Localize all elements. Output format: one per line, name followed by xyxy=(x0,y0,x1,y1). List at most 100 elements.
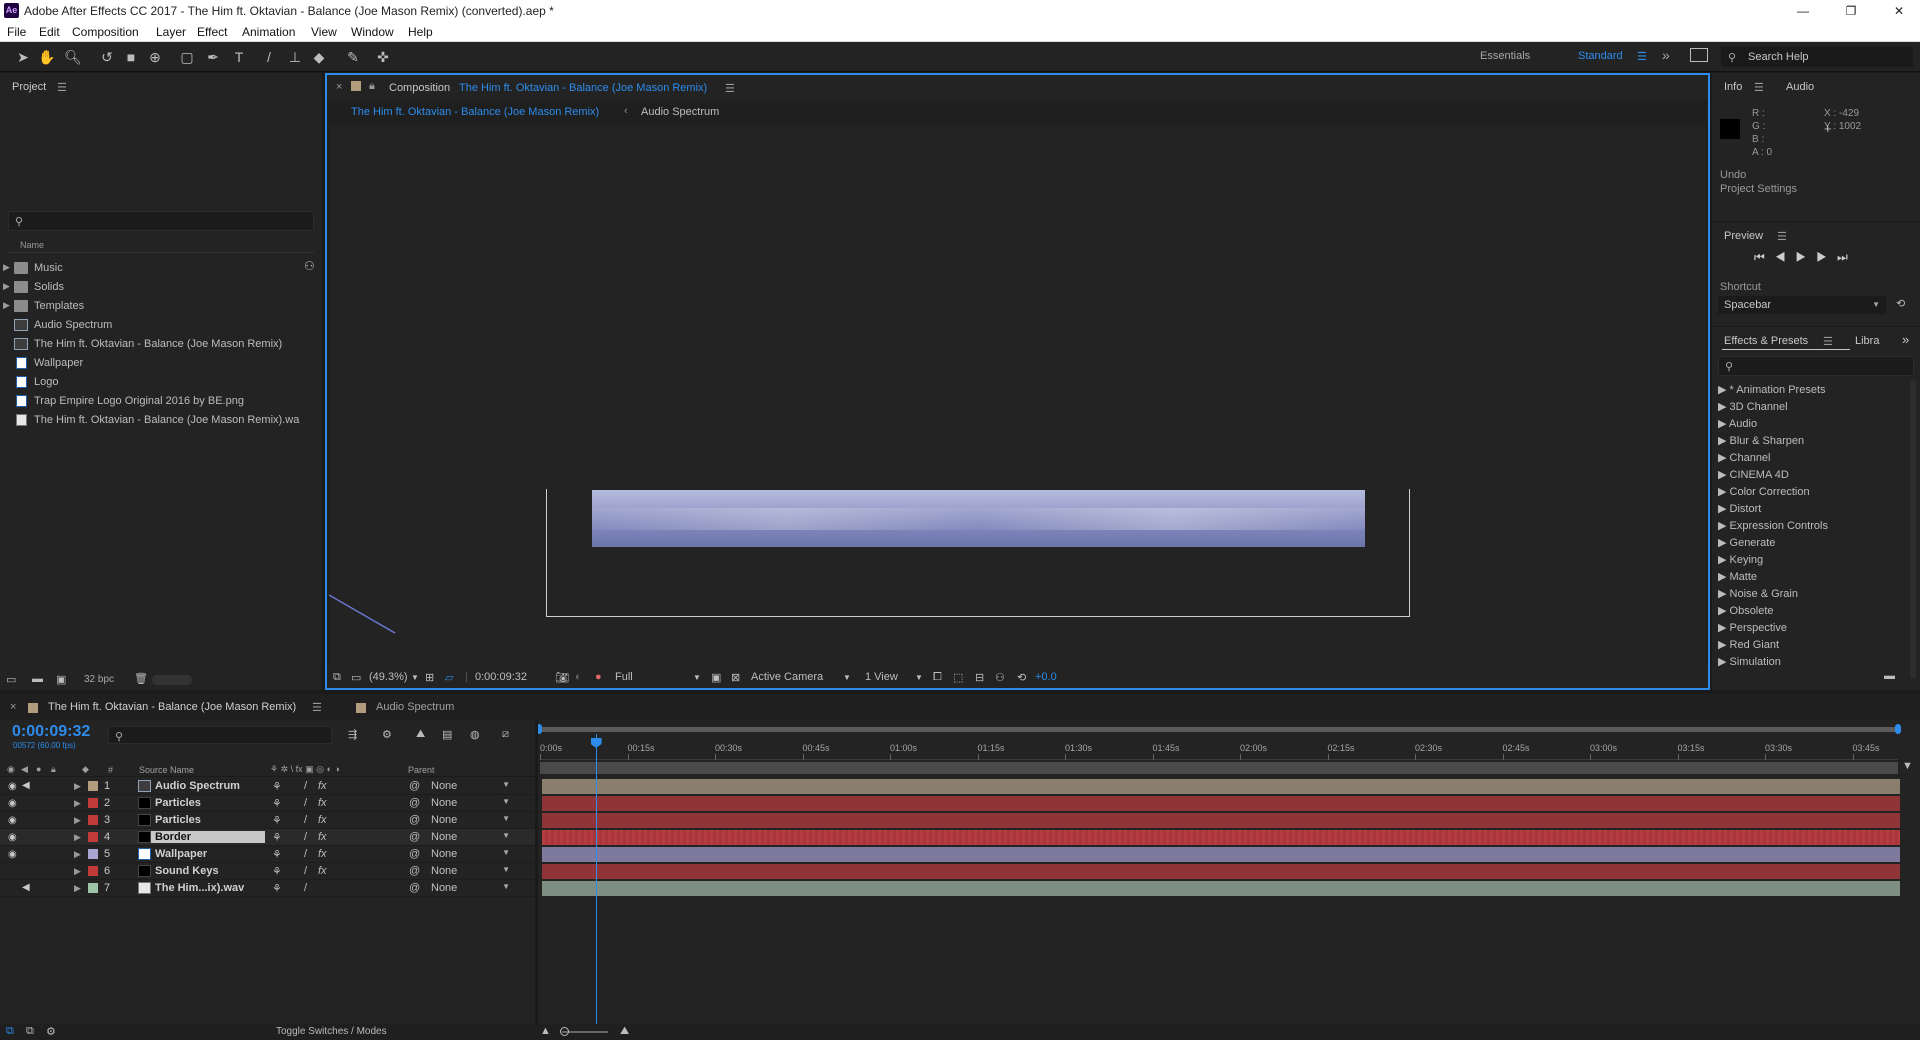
interpret-footage-icon[interactable]: ▭ xyxy=(6,673,16,686)
composition-menu-icon[interactable]: ☰ xyxy=(725,82,735,95)
project-item-logo[interactable]: Logo xyxy=(0,373,322,392)
fx-category[interactable]: ▶ Audio xyxy=(1718,417,1757,430)
transparency-grid-icon[interactable]: ⊠ xyxy=(731,671,740,684)
label-color-swatch[interactable] xyxy=(88,815,98,825)
fx-category[interactable]: ▶ Keying xyxy=(1718,553,1763,566)
parent-pickwhip-icon[interactable]: @ xyxy=(409,814,420,826)
always-preview-icon[interactable]: ⧉ xyxy=(333,671,341,684)
fx-category[interactable]: ▶ Noise & Grain xyxy=(1718,587,1798,600)
exposure-reset-icon[interactable]: ⟲ xyxy=(1017,671,1026,684)
fx-category[interactable]: ▶ Obsolete xyxy=(1718,604,1774,617)
quality-switch-icon[interactable]: / xyxy=(304,797,307,809)
label-color-swatch[interactable] xyxy=(88,832,98,842)
parent-pickwhip-icon[interactable]: @ xyxy=(409,865,420,877)
quality-switch-icon[interactable]: / xyxy=(304,865,307,877)
camera-view-dropdown[interactable]: Active Camera xyxy=(751,671,823,683)
menu-effect[interactable]: Effect xyxy=(197,25,227,39)
layer-name[interactable]: Particles xyxy=(155,797,201,809)
parent-dropdown[interactable]: None ▼ xyxy=(427,881,513,895)
expand-triangle-icon[interactable]: ▶ xyxy=(74,849,81,860)
menu-window[interactable]: Window xyxy=(351,25,394,39)
snapshot-camera-icon[interactable]: 📷︎ xyxy=(555,671,569,684)
shy-switch-icon[interactable]: ⚘ xyxy=(272,882,282,895)
expand-triangle-icon[interactable]: ▶ xyxy=(74,781,81,792)
menu-animation[interactable]: Animation xyxy=(242,25,295,39)
time-navigator-bar[interactable] xyxy=(538,727,1900,732)
expand-triangle-icon[interactable]: ▶ xyxy=(3,281,10,292)
search-help-field[interactable]: ⚲ Search Help xyxy=(1721,47,1913,67)
tab-main-comp[interactable]: The Him ft. Oktavian - Balance (Joe Maso… xyxy=(48,701,296,713)
toggle-switches-modes[interactable]: Toggle Switches / Modes xyxy=(276,1026,387,1037)
resolution-chevron-icon[interactable]: ▼ xyxy=(693,673,701,682)
expand-triangle-icon[interactable]: ▶ xyxy=(74,832,81,843)
layer-row[interactable]: ◉ ▶ 6 Sound Keys ⚘ / fx @ None ▼ xyxy=(0,863,535,880)
quality-switch-icon[interactable]: / xyxy=(304,848,307,860)
first-frame-icon[interactable]: ⏮ xyxy=(1754,250,1775,264)
draft-3d-icon[interactable]: ⚙ xyxy=(382,728,392,741)
layer-duration-bar[interactable] xyxy=(542,847,1900,862)
current-time-display[interactable]: 0:00:09:32 xyxy=(475,671,527,683)
menu-edit[interactable]: Edit xyxy=(39,25,60,39)
tab-audio-spectrum[interactable]: Audio Spectrum xyxy=(376,701,454,713)
zoom-tool-icon[interactable]: 🔍︎ xyxy=(62,47,84,67)
workspace-essentials[interactable]: Essentials xyxy=(1480,50,1530,62)
time-navigator[interactable] xyxy=(536,724,1901,734)
layer-search-input[interactable]: ⚲ xyxy=(108,726,332,744)
parent-dropdown[interactable]: None ▼ xyxy=(427,830,513,844)
rectangle-tool-icon[interactable]: ▢ xyxy=(176,47,198,67)
bit-depth-label[interactable]: 32 bpc xyxy=(84,674,114,685)
composition-name[interactable]: The Him ft. Oktavian - Balance (Joe Maso… xyxy=(459,82,707,94)
selection-tool-icon[interactable]: ➤ xyxy=(12,47,34,67)
project-item-solids[interactable]: ▶ Solids xyxy=(0,278,322,297)
hand-tool-icon[interactable]: ✋ xyxy=(36,47,58,67)
tab-audio[interactable]: Audio xyxy=(1786,81,1814,93)
effects-menu-icon[interactable]: ☰ xyxy=(1823,335,1833,348)
lock-icon[interactable]: 🔒︎ xyxy=(369,80,375,93)
parent-pickwhip-icon[interactable]: @ xyxy=(409,848,420,860)
visibility-eye-icon[interactable]: ◉ xyxy=(8,798,17,809)
layer-row[interactable]: ◉ ▶ 5 Wallpaper ⚘ / fx @ None ▼ xyxy=(0,846,535,863)
transfer-controls-icon[interactable]: ⧉ xyxy=(26,1025,34,1038)
fx-category[interactable]: ▶ Generate xyxy=(1718,536,1775,549)
rotate-tool-icon[interactable]: ↺ xyxy=(96,47,118,67)
label-color-swatch[interactable] xyxy=(88,781,98,791)
zoom-slider-thumb[interactable] xyxy=(560,1027,569,1036)
zoom-out-icon[interactable]: ▲ xyxy=(540,1025,551,1037)
layer-duration-bar[interactable] xyxy=(542,813,1900,828)
visibility-toggle[interactable]: ◉ xyxy=(8,883,17,894)
fx-category[interactable]: ▶ Color Correction xyxy=(1718,485,1810,498)
close-tab-icon[interactable]: × xyxy=(10,701,16,713)
composition-viewer[interactable] xyxy=(329,125,1706,666)
camera-chevron-icon[interactable]: ▼ xyxy=(843,673,851,682)
effects-scrollbar[interactable] xyxy=(1910,379,1916,679)
effects-search-input[interactable]: ⚲ xyxy=(1718,356,1914,376)
breadcrumb-audio-spectrum[interactable]: Audio Spectrum xyxy=(641,106,719,118)
label-color-swatch[interactable] xyxy=(88,798,98,808)
in-out-stretch-icon[interactable]: ⚙ xyxy=(46,1025,56,1038)
layer-duration-bar[interactable] xyxy=(542,779,1900,794)
expand-triangle-icon[interactable]: ▶ xyxy=(74,815,81,826)
new-folder-icon[interactable]: ▬ xyxy=(32,673,43,685)
timeline-divider[interactable] xyxy=(535,720,538,1024)
parent-dropdown[interactable]: None ▼ xyxy=(427,813,513,827)
brush-tool-icon[interactable]: / xyxy=(258,47,280,67)
graph-editor-icon[interactable]: ⧄ xyxy=(502,728,509,741)
menu-help[interactable]: Help xyxy=(408,25,433,39)
quality-switch-icon[interactable]: / xyxy=(304,814,307,826)
layer-duration-bar[interactable] xyxy=(542,864,1900,879)
project-item-audio-spectrum[interactable]: Audio Spectrum xyxy=(0,316,322,335)
close-button[interactable]: ✕ xyxy=(1884,2,1914,20)
exposure-value[interactable]: +0.0 xyxy=(1035,671,1057,683)
parent-dropdown[interactable]: None ▼ xyxy=(427,864,513,878)
layer-row[interactable]: ◉ ▶ 3 Particles ⚘ / fx @ None ▼ xyxy=(0,812,535,829)
layer-switches-icon[interactable]: ⧉ xyxy=(6,1025,14,1038)
new-item-icon[interactable]: ▬ xyxy=(1884,670,1895,682)
shy-layers-icon[interactable]: ⛰ xyxy=(416,728,425,741)
more-tabs-icon[interactable]: » xyxy=(1902,332,1909,347)
workspace-menu-icon[interactable]: ☰ xyxy=(1637,50,1647,63)
fx-category[interactable]: ▶ Perspective xyxy=(1718,621,1787,634)
layer-row[interactable]: ◉ ◀ ▶ 1 Audio Spectrum ⚘ / fx @ None ▼ xyxy=(0,778,535,795)
mask-visibility-icon[interactable]: ▱ xyxy=(445,671,453,684)
layer-name[interactable]: Border xyxy=(151,831,265,843)
type-tool-icon[interactable]: T xyxy=(228,47,250,67)
